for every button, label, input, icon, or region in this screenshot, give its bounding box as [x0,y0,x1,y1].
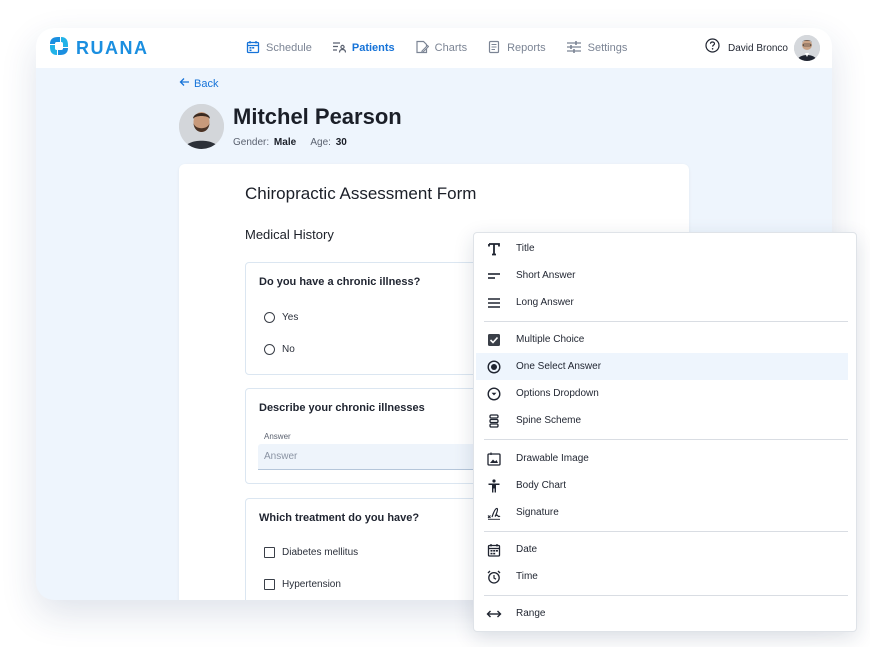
nav-item-reports[interactable]: Reports [487,40,546,57]
menu-item-spine-scheme[interactable]: Spine Scheme [476,407,848,434]
arrow-left-icon [179,77,194,90]
patient-name: Mitchel Pearson [233,104,402,129]
menu-item-one-select-answer[interactable]: One Select Answer [476,353,848,380]
user-name: David Bronco [727,42,788,54]
option-label: No [282,344,295,355]
option-label: Hypertension [282,579,341,590]
section-title: Medical History [245,227,334,242]
checkbox-option-diabetes[interactable]: Diabetes mellitus [264,547,358,558]
radio-selected-icon [486,359,502,375]
calendar-icon [246,40,266,57]
short-answer-icon [486,268,502,284]
nav-label-reports: Reports [507,42,546,54]
menu-item-options-dropdown[interactable]: Options Dropdown [476,380,848,407]
body-figure-icon [486,478,502,494]
radio-unchecked-icon [264,344,275,355]
age-label: Age: [310,137,331,148]
menu-item-label: Spine Scheme [516,415,582,426]
menu-item-signature[interactable]: Signature [476,499,848,526]
menu-item-label: Date [516,544,538,555]
menu-item-label: Options Dropdown [516,388,599,399]
menu-item-label: Long Answer [516,297,574,308]
brand-logo[interactable]: RUANA [48,35,149,61]
answer-field-label: Answer [264,432,291,441]
nav-item-schedule[interactable]: Schedule [246,40,312,57]
patient-avatar [179,104,224,149]
menu-item-time[interactable]: Time [476,563,848,590]
main-nav: Schedule Patients Charts Reports Setting… [246,28,647,68]
signature-icon [486,505,502,521]
gender-label: Gender: [233,137,270,148]
menu-item-label: Range [516,608,546,619]
nav-label-settings: Settings [587,42,628,54]
checkbox-unchecked-icon [264,579,275,590]
menu-item-label: Multiple Choice [516,334,585,345]
menu-item-body-chart[interactable]: Body Chart [476,472,848,499]
field-type-menu: Title Short Answer Long Answer Multiple … [473,232,857,632]
menu-item-multiple-choice[interactable]: Multiple Choice [476,326,848,353]
checkbox-unchecked-icon [264,547,275,558]
help-icon[interactable] [705,38,720,58]
image-icon [486,451,502,467]
checkbox-option-hypertension[interactable]: Hypertension [264,579,341,590]
back-link[interactable]: Back [179,77,218,90]
user-area: David Bronco [705,33,820,63]
menu-item-drawable-image[interactable]: Drawable Image [476,445,848,472]
title-text-icon [486,241,502,257]
menu-item-long-answer[interactable]: Long Answer [476,289,848,316]
question-label: Which treatment do you have? [259,512,420,524]
patients-list-icon [332,40,352,57]
menu-item-range[interactable]: Range [476,600,848,627]
radio-option-no[interactable]: No [264,344,295,355]
menu-item-short-answer[interactable]: Short Answer [476,262,848,289]
checkbox-checked-icon [486,332,502,348]
report-icon [487,40,507,57]
nav-item-charts[interactable]: Charts [415,40,467,57]
option-label: Diabetes mellitus [282,547,359,558]
top-navigation-bar: RUANA Schedule Patients Charts Reports S… [36,28,832,68]
menu-item-label: Signature [516,507,559,518]
range-arrows-icon [486,606,502,622]
menu-divider [484,439,848,440]
chart-doc-icon [415,40,435,57]
menu-item-title[interactable]: Title [476,235,848,262]
patient-meta: Gender: Male Age: 30 [233,137,359,148]
long-answer-icon [486,295,502,311]
user-avatar[interactable] [794,35,820,61]
question-label: Describe your chronic illnesses [259,402,425,414]
calendar-icon [486,542,502,558]
dropdown-circle-icon [486,386,502,402]
menu-item-label: Time [516,571,538,582]
nav-item-settings[interactable]: Settings [566,40,628,57]
spine-icon [486,413,502,429]
menu-divider [484,531,848,532]
menu-item-label: Title [516,243,535,254]
radio-option-yes[interactable]: Yes [264,312,298,323]
menu-item-label: Short Answer [516,270,576,281]
back-label: Back [194,77,219,90]
menu-divider [484,595,848,596]
menu-item-label: Drawable Image [516,453,589,464]
nav-label-patients: Patients [351,42,395,54]
age-value: 30 [335,137,347,148]
menu-divider [484,321,848,322]
ruana-logo-icon [48,35,70,62]
sliders-icon [566,40,588,57]
nav-item-patients[interactable]: Patients [332,40,395,57]
alarm-clock-icon [486,569,502,585]
question-label: Do you have a chronic illness? [259,276,421,288]
menu-item-date[interactable]: Date [476,536,848,563]
gender-value: Male [273,137,297,148]
radio-unchecked-icon [264,312,275,323]
form-title: Chiropractic Assessment Form [245,184,477,203]
nav-label-schedule: Schedule [266,42,312,54]
brand-name: RUANA [76,37,149,58]
nav-label-charts: Charts [434,42,468,54]
option-label: Yes [282,312,299,323]
menu-item-label: One Select Answer [516,361,602,372]
menu-item-label: Body Chart [516,480,567,491]
